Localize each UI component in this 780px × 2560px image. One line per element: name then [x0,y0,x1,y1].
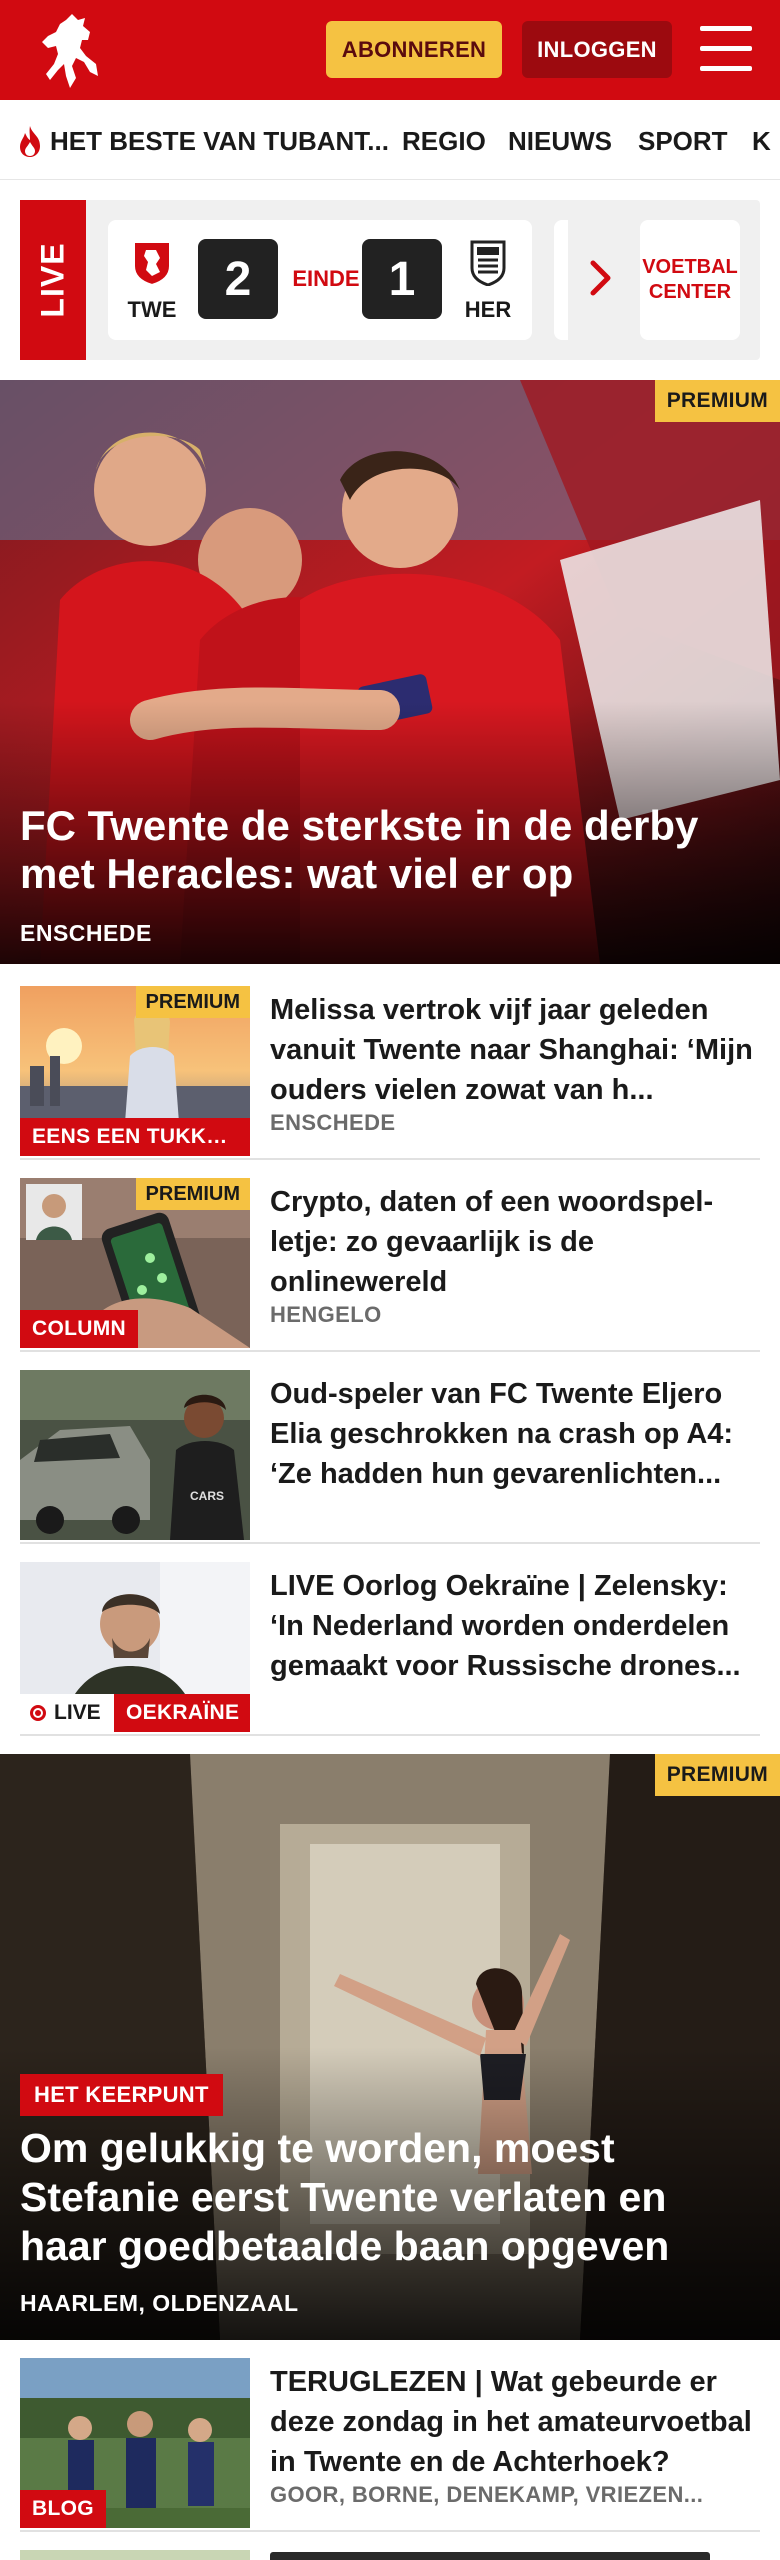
premium-badge: PREMIUM [135,1178,250,1210]
home-team-abbr: TWE [127,297,177,322]
live-dot-icon [30,1705,46,1721]
home-score: 2 [198,239,278,319]
live-label: LIVE [20,200,86,360]
chevron-right-icon[interactable] [588,258,614,298]
nav-item-regio[interactable]: REGIO [402,126,486,157]
nav-item-nieuws[interactable]: NIEUWS [508,126,612,157]
next-article-peek [20,2540,760,2560]
match-card[interactable]: TWE 2 EINDE 1 HER [108,220,532,340]
article-item[interactable]: LIVE OEKRAÏNE LIVE Oorlog Oekraïne | Zel… [20,1544,760,1736]
kicker-badge: COLUMN [20,1310,138,1348]
match-status: EINDE [292,266,360,291]
article-item[interactable]: BLOG TERUGLEZEN | Wat gebeurde er deze z… [20,2340,760,2532]
article-item[interactable]: CARS Oud-speler van FC Twente Eljero Eli… [20,1352,760,1544]
next-match-card[interactable] [554,220,568,340]
article-thumbnail: CARS [20,1370,250,1540]
article-thumbnail: BLOG [20,2358,250,2528]
top-header: ABONNEREN INLOGGEN [0,0,780,100]
article-title[interactable]: Crypto, daten of een woordspel­letje: zo… [270,1182,760,1302]
hero-location: ENSCHEDE [20,920,152,946]
premium-badge: PREMIUM [654,1754,780,1796]
flame-icon [20,126,40,157]
article-title[interactable]: Melissa vertrok vijf jaar geleden vanuit… [270,990,760,1110]
nav-item-sport[interactable]: SPORT [638,126,728,157]
article-location: ENSCHEDE [270,1110,396,1135]
article-location: GOOR, BORNE, DENEKAMP, VRIEZEN... [270,2482,704,2507]
fc-twente-crest-icon [133,241,171,287]
kicker-badge: BLOG [20,2490,106,2528]
article-thumbnail: PREMIUM COLUMN [20,1178,250,1348]
premium-badge: PREMIUM [654,380,780,422]
article-title[interactable]: LIVE Oorlog Oekraïne | Zelensky: ‘In Ned… [270,1566,760,1686]
feature-location: HAARLEM, OLDENZAAL [20,2290,299,2316]
section-nav: HET BESTE VAN TUBANT... REGIO NIEUWS SPO… [0,100,780,180]
article-item[interactable]: PREMIUM COLUMN Crypto, daten of een woor… [20,1160,760,1352]
heracles-crest-icon [470,240,506,287]
away-score: 1 [362,239,442,319]
article-location: HENGELO [270,1302,382,1327]
live-scores-bar: LIVE TWE 2 EINDE 1 HER VOETBAL CENTER [20,200,760,360]
premium-badge: PREMIUM [135,986,250,1018]
nav-item-overflow[interactable]: K [752,126,771,157]
live-indicator: LIVE [20,1694,114,1732]
article-thumbnail: PREMIUM EENS EEN TUKKE... [20,986,250,1156]
kicker-badge: OEKRAÏNE [114,1694,250,1732]
svg-text:CARS: CARS [190,1489,224,1503]
article-thumbnail: LIVE OEKRAÏNE [20,1562,250,1732]
home-team: TWE [122,240,182,323]
away-team: HER [458,240,518,323]
feature-kicker-badge: HET KEERPUNT [20,2074,223,2116]
feature-title[interactable]: Om gelukkig te worden, moest Stefanie ee… [20,2124,740,2271]
subscribe-button[interactable]: ABONNEREN [326,21,502,78]
article-title[interactable]: TERUGLEZEN | Wat gebeurde er deze zondag… [270,2362,760,2482]
away-team-abbr: HER [464,297,512,322]
hero-title[interactable]: FC Twente de sterkste in de derby met He… [20,802,760,898]
kicker-badge: EENS EEN TUKKE... [20,1118,250,1156]
photo-car-crash-player: CARS [20,1370,250,1540]
hamburger-menu-icon[interactable] [700,26,752,72]
article-item[interactable]: PREMIUM EENS EEN TUKKE... Melissa vertro… [20,968,760,1160]
voetbal-center-button[interactable]: VOETBAL CENTER [640,220,740,340]
tubantia-horse-logo[interactable] [38,10,104,90]
login-button[interactable]: INLOGGEN [522,21,672,78]
article-title[interactable]: Oud-speler van FC Twente Eljero Elia ges… [270,1374,760,1494]
nav-item-best-of[interactable]: HET BESTE VAN TUBANT... [50,126,389,157]
